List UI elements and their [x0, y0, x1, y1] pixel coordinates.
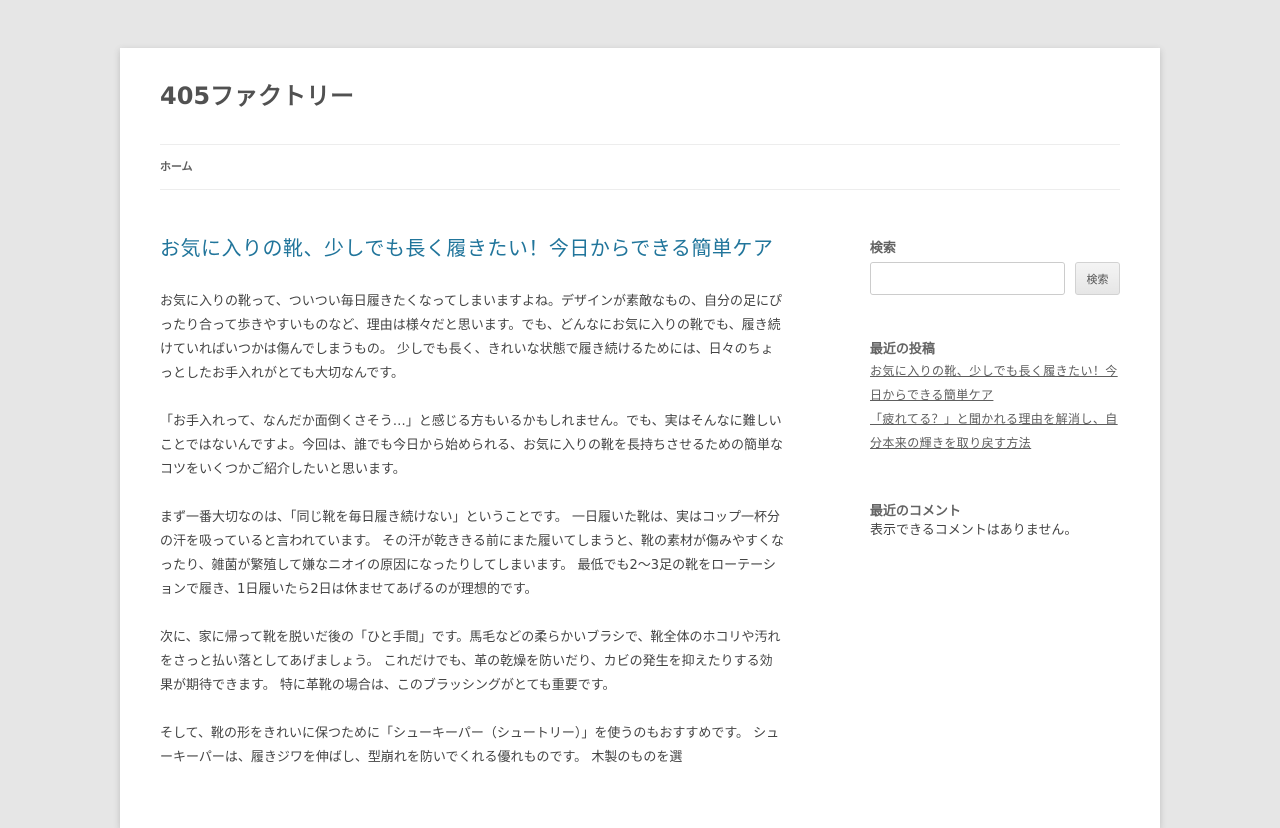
search-widget: 検索 検索: [870, 240, 1120, 296]
article-title[interactable]: お気に入りの靴、少しでも長く履きたい！今日からできる簡単ケア: [160, 234, 784, 262]
article-paragraph: まず一番大切なのは、「同じ靴を毎日履き続けない」ということです。 一日履いた靴は…: [160, 510, 784, 597]
article-paragraph: 「お手入れって、なんだか面倒くさそう…」と感じる方もいるかもしれません。でも、実…: [160, 414, 783, 477]
recent-posts-title: 最近の投稿: [870, 342, 936, 357]
recent-post-link[interactable]: 「疲れてる？」と聞かれる理由を解消し、自分本来の輝きを取り戻す方法: [870, 407, 1120, 455]
no-comments-text: 表示できるコメントはありません。: [870, 523, 1078, 538]
nav-item-home[interactable]: ホーム: [160, 159, 193, 175]
search-widget-title: 検索: [870, 241, 897, 256]
search-button[interactable]: 検索: [1075, 262, 1120, 295]
main-navigation: ホーム: [160, 144, 1120, 190]
article-paragraph: そして、靴の形をきれいに保つために「シューキーパー（シュートリー）」を使うのもお…: [160, 726, 780, 765]
sidebar: 検索 検索 最近の投稿 お気に入りの靴、少しでも長く履きたい！今日からできる簡単…: [870, 240, 1120, 541]
article-paragraph: 次に、家に帰って靴を脱いだ後の「ひと手間」です。馬毛などの柔らかいブラシで、靴全…: [160, 630, 781, 693]
article-paragraph: お気に入りの靴って、ついつい毎日履きたくなってしまいますよね。デザインが素敵なも…: [160, 294, 783, 381]
recent-posts-widget: 最近の投稿 お気に入りの靴、少しでも長く履きたい！今日からできる簡単ケア 「疲れ…: [870, 341, 1120, 455]
article-body: お気に入りの靴って、ついつい毎日履きたくなってしまいますよね。デザインが素敵なも…: [160, 290, 784, 770]
article: お気に入りの靴、少しでも長く履きたい！今日からできる簡単ケア お気に入りの靴って…: [160, 234, 784, 770]
recent-comments-widget: 最近のコメント 表示できるコメントはありません。: [870, 503, 1120, 541]
search-input[interactable]: [870, 262, 1065, 295]
main-content: お気に入りの靴、少しでも長く履きたい！今日からできる簡単ケア お気に入りの靴って…: [160, 234, 784, 794]
recent-post-link[interactable]: お気に入りの靴、少しでも長く履きたい！今日からできる簡単ケア: [870, 359, 1120, 407]
search-form: 検索: [870, 262, 1120, 296]
recent-comments-title: 最近のコメント: [870, 504, 962, 519]
site-title[interactable]: 405ファクトリー: [160, 80, 354, 112]
site-container: 405ファクトリー ホーム お気に入りの靴、少しでも長く履きたい！今日からできる…: [120, 48, 1160, 828]
